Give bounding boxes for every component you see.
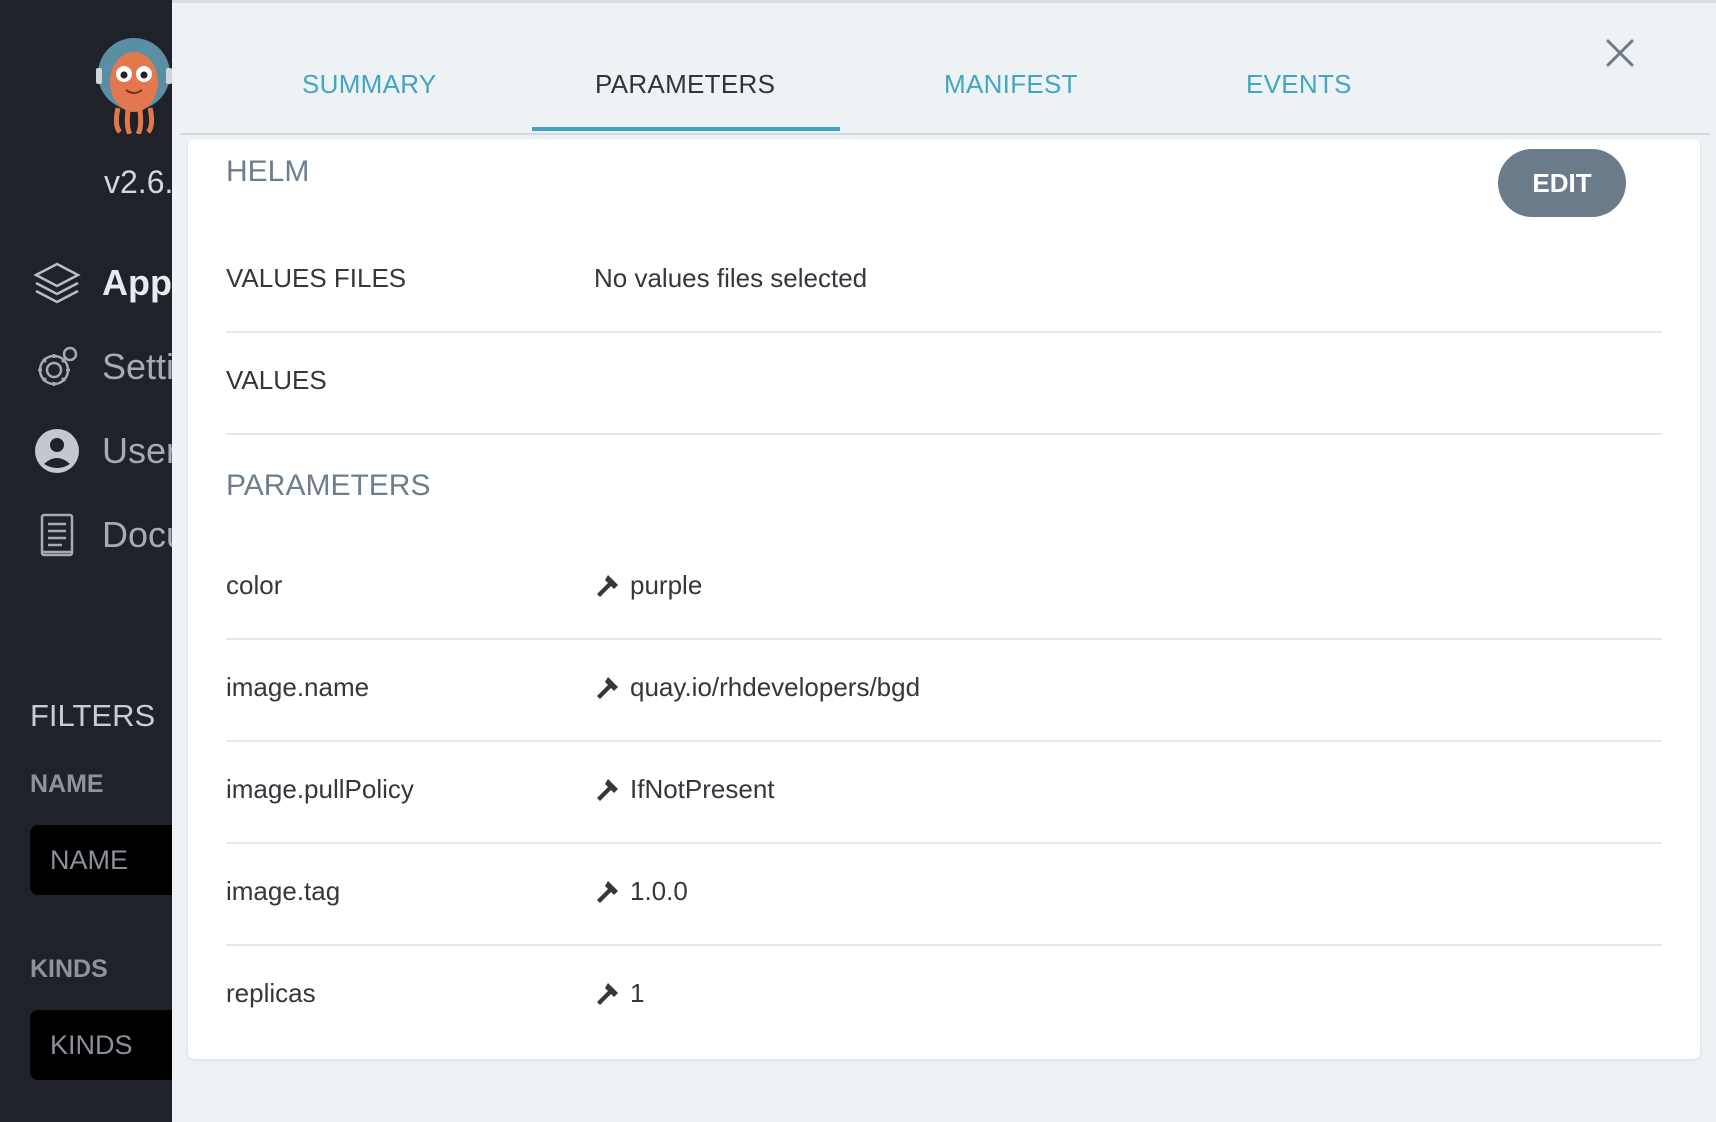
parameter-row: replicas 1 [226,944,1662,1046]
parameter-row: image.pullPolicy IfNotPresent [226,740,1662,844]
name-filter-label: NAME [30,770,104,798]
nav-settings[interactable]: Setti [30,340,172,394]
nav-settings-label: Setti [102,346,172,387]
hammer-icon [597,778,618,801]
close-icon[interactable] [1600,33,1640,73]
gear-icon [30,340,84,394]
parameters-card: HELM EDIT VALUES FILES No values files s… [188,139,1700,1059]
tab-manifest[interactable]: MANIFEST [944,69,1078,100]
parameter-row: color purple [226,536,1662,640]
values-row: VALUES [226,331,1662,435]
name-filter-input[interactable]: NAME [30,825,172,895]
kinds-filter-input[interactable]: KINDS [30,1010,172,1080]
parameter-row: image.name quay.io/rhdevelopers/bgd [226,638,1662,742]
nav-applications-label: Appl [102,262,172,303]
values-files-row: VALUES FILES No values files selected [226,229,1662,333]
values-files-value: No values files selected [594,263,867,294]
helm-section-title: HELM [226,155,310,188]
parameter-value[interactable]: 1.0.0 [594,876,688,907]
parameter-row: image.tag 1.0.0 [226,842,1662,946]
parameter-value-text: quay.io/rhdevelopers/bgd [630,672,921,702]
active-tab-indicator [532,127,840,131]
parameter-value-text: 1 [630,978,645,1008]
parameter-key: replicas [226,978,316,1008]
sidebar: v2.6. Appl Setti User [0,0,172,1122]
kinds-filter-label: KINDS [30,955,108,983]
parameter-value-text: purple [630,570,703,600]
values-key: VALUES [226,365,327,395]
parameters-section-title: PARAMETERS [226,469,431,502]
parameter-key: color [226,570,283,600]
hammer-icon [597,880,618,903]
hammer-icon [597,676,618,699]
parameter-value-text: 1.0.0 [630,876,688,906]
values-files-text: No values files selected [594,263,868,293]
parameter-key: image.pullPolicy [226,774,414,804]
nav-documentation[interactable]: Docu [30,508,172,562]
values-files-key: VALUES FILES [226,263,407,293]
book-icon [30,508,84,562]
parameter-value-text: IfNotPresent [630,774,775,804]
tab-bar: SUMMARY PARAMETERS MANIFEST EVENTS [180,3,1710,135]
tab-events[interactable]: EVENTS [1246,69,1352,100]
tab-summary[interactable]: SUMMARY [302,69,437,100]
tab-parameters[interactable]: PARAMETERS [595,69,775,100]
parameter-value[interactable]: purple [594,570,702,601]
layers-icon [30,256,84,310]
resource-details-panel: SUMMARY PARAMETERS MANIFEST EVENTS HELM … [172,0,1716,1122]
argo-logo-icon[interactable] [92,34,172,134]
nav-applications[interactable]: Appl [30,256,172,310]
edit-button[interactable]: EDIT [1498,149,1626,217]
version-label: v2.6. [104,164,172,200]
nav-user-info-label: User [102,430,172,471]
parameter-key: image.name [226,672,370,702]
parameter-value[interactable]: 1 [594,978,644,1009]
user-circle-icon [30,424,84,478]
filters-title: FILTERS [30,698,156,733]
nav-user-info[interactable]: User [30,424,172,478]
parameter-value[interactable]: quay.io/rhdevelopers/bgd [594,672,920,703]
parameter-value[interactable]: IfNotPresent [594,774,775,805]
hammer-icon [597,574,618,597]
parameter-key: image.tag [226,876,341,906]
nav-documentation-label: Docu [102,514,172,555]
hammer-icon [597,982,618,1005]
